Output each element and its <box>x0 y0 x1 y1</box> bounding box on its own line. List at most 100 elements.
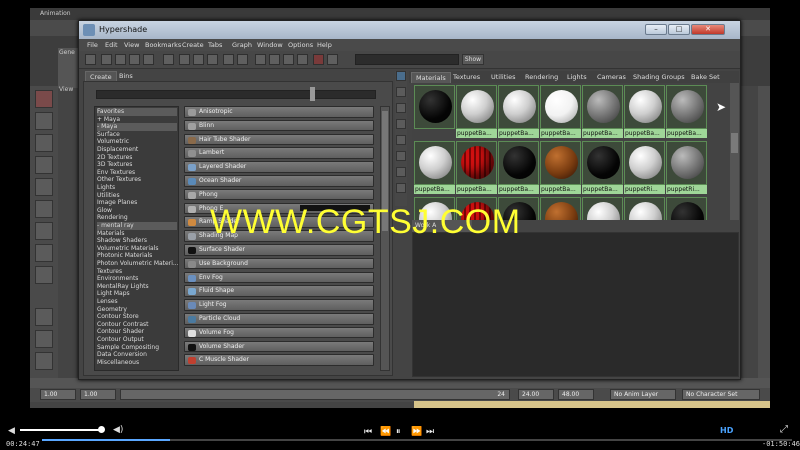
material-swatch[interactable]: puppetBa... <box>582 141 623 195</box>
tree-item[interactable]: Env Textures <box>97 169 135 177</box>
material-swatch[interactable] <box>582 197 623 220</box>
tab-bake-set[interactable]: Bake Set <box>687 72 724 83</box>
tree-item[interactable]: Other Textures <box>97 176 141 184</box>
rotate-tool-icon[interactable] <box>35 178 53 196</box>
manipulator-tool-icon[interactable] <box>35 222 53 240</box>
hypershade-title-bar[interactable]: Hypershade – □ ✕ <box>79 21 740 39</box>
material-swatch[interactable]: puppetBa... <box>540 141 581 195</box>
tree-item[interactable]: Contour Output <box>97 336 144 344</box>
material-swatch[interactable] <box>624 197 665 220</box>
material-swatch[interactable] <box>666 197 707 220</box>
menu-options[interactable]: Options <box>288 39 313 51</box>
show-manip-icon[interactable] <box>35 266 53 284</box>
slider-handle[interactable] <box>310 87 315 101</box>
material-swatch[interactable]: puppetBa... <box>582 85 623 139</box>
soft-mod-tool-icon[interactable] <box>35 244 53 262</box>
maya-tab-general[interactable]: Gene <box>58 48 78 57</box>
anim-layer-field[interactable]: No Anim Layer <box>610 389 676 400</box>
tree-item[interactable]: Miscellaneous <box>97 359 139 367</box>
swatch-scrollbar[interactable] <box>730 83 739 220</box>
menu-view[interactable]: View <box>124 39 139 51</box>
icon-size-slider[interactable] <box>96 90 376 99</box>
input-connections-icon[interactable] <box>179 54 190 65</box>
shader-button[interactable]: Anisotropic <box>184 106 374 118</box>
range-end2-field[interactable]: 48.00 <box>558 389 594 400</box>
tree-item[interactable]: - Maya <box>97 123 177 131</box>
tree-item[interactable]: Photonic Materials <box>97 252 152 260</box>
tree-item[interactable]: Image Planes <box>97 199 137 207</box>
tree-item[interactable]: 2D Textures <box>97 154 132 162</box>
tab-icon-3[interactable] <box>396 103 406 113</box>
shader-button[interactable]: C Muscle Shader <box>184 354 374 366</box>
material-swatch[interactable] <box>414 85 455 139</box>
work-area[interactable] <box>412 232 739 377</box>
tree-item[interactable]: Contour Store <box>97 313 139 321</box>
shader-button[interactable]: Blinn <box>184 119 374 132</box>
layout-four-icon[interactable] <box>35 330 53 348</box>
tree-item[interactable]: Lenses <box>97 298 118 306</box>
volume-slider[interactable] <box>20 429 102 431</box>
skip-forward-icon[interactable]: ⏭ <box>426 427 434 437</box>
menu-window[interactable]: Window <box>257 39 283 51</box>
material-swatch[interactable]: puppetBa... <box>624 85 665 139</box>
tab-icon-8[interactable] <box>396 183 406 193</box>
tab-create[interactable]: Create <box>85 71 117 81</box>
tree-item[interactable]: 3D Textures <box>97 161 132 169</box>
shader-button[interactable]: Layered Shader <box>184 161 374 173</box>
layout-bottom-icon[interactable] <box>115 54 126 65</box>
layout-top-icon[interactable] <box>101 54 112 65</box>
sort-icon[interactable] <box>327 54 338 65</box>
tree-item[interactable]: Surface <box>97 131 120 139</box>
tab-utilities[interactable]: Utilities <box>487 72 519 83</box>
render-swatch-icon[interactable] <box>313 54 324 65</box>
tree-item[interactable]: Photon Volumetric Materi... <box>97 260 178 268</box>
tab-icon-1[interactable] <box>396 71 406 81</box>
outliner-layout-icon[interactable] <box>35 352 53 370</box>
lasso-tool-icon[interactable] <box>35 112 53 130</box>
shader-button[interactable]: Fluid Shape <box>184 285 374 297</box>
tree-item[interactable]: Volumetric Materials <box>97 245 159 253</box>
rearrange-icon[interactable] <box>237 54 248 65</box>
scale-tool-icon[interactable] <box>35 200 53 218</box>
tree-item[interactable]: Volumetric <box>97 138 129 146</box>
material-swatch[interactable]: puppetBa... <box>498 141 539 195</box>
material-swatch[interactable]: puppetBa... <box>666 85 707 139</box>
tab-rendering[interactable]: Rendering <box>521 72 562 83</box>
swatch-size-icon[interactable] <box>255 54 266 65</box>
menu-create[interactable]: Create <box>182 39 204 51</box>
range-end-field[interactable]: 24.00 <box>518 389 554 400</box>
layout-single-icon[interactable] <box>35 308 53 326</box>
layout-both-icon[interactable] <box>129 54 140 65</box>
shader-button[interactable]: Env Fog <box>184 271 374 284</box>
output-connections-icon[interactable] <box>193 54 204 65</box>
menu-graph[interactable]: Graph <box>232 39 252 51</box>
move-tool-icon[interactable] <box>35 156 53 174</box>
toggle-panel-icon[interactable] <box>85 54 96 65</box>
medium-swatch-icon[interactable] <box>283 54 294 65</box>
tree-item[interactable]: Data Conversion <box>97 351 147 359</box>
skip-back-icon[interactable]: ⏮ <box>364 427 372 437</box>
shader-button[interactable]: Lambert <box>184 147 374 159</box>
tree-item[interactable]: Light Maps <box>97 290 130 298</box>
material-swatch[interactable] <box>540 197 581 220</box>
tree-item[interactable]: Contour Contrast <box>97 321 149 329</box>
pause-button[interactable]: ⏸ <box>396 427 401 437</box>
range-start2-field[interactable]: 1.00 <box>80 389 116 400</box>
tree-item[interactable]: + Maya <box>97 116 120 124</box>
tree-item[interactable]: Materials <box>97 230 125 238</box>
menu-edit[interactable]: Edit <box>105 39 118 51</box>
tree-item[interactable]: Shadow Shaders <box>97 237 147 245</box>
material-swatch[interactable]: puppetRi... <box>666 141 707 195</box>
tree-item[interactable]: Contour Shader <box>97 328 144 336</box>
menu-file[interactable]: File <box>87 39 98 51</box>
search-input[interactable] <box>355 54 459 65</box>
menu-tabs[interactable]: Tabs <box>208 39 222 51</box>
material-swatch[interactable]: puppetBa... <box>498 85 539 139</box>
paint-tool-icon[interactable] <box>35 134 53 152</box>
tree-item[interactable]: - mental ray <box>97 222 177 230</box>
tree-item[interactable]: Rendering <box>97 214 128 222</box>
shader-button[interactable]: Phong <box>184 188 374 201</box>
tab-icon-2[interactable] <box>396 87 406 97</box>
character-set-field[interactable]: No Character Set <box>682 389 760 400</box>
tab-lights[interactable]: Lights <box>563 72 591 83</box>
